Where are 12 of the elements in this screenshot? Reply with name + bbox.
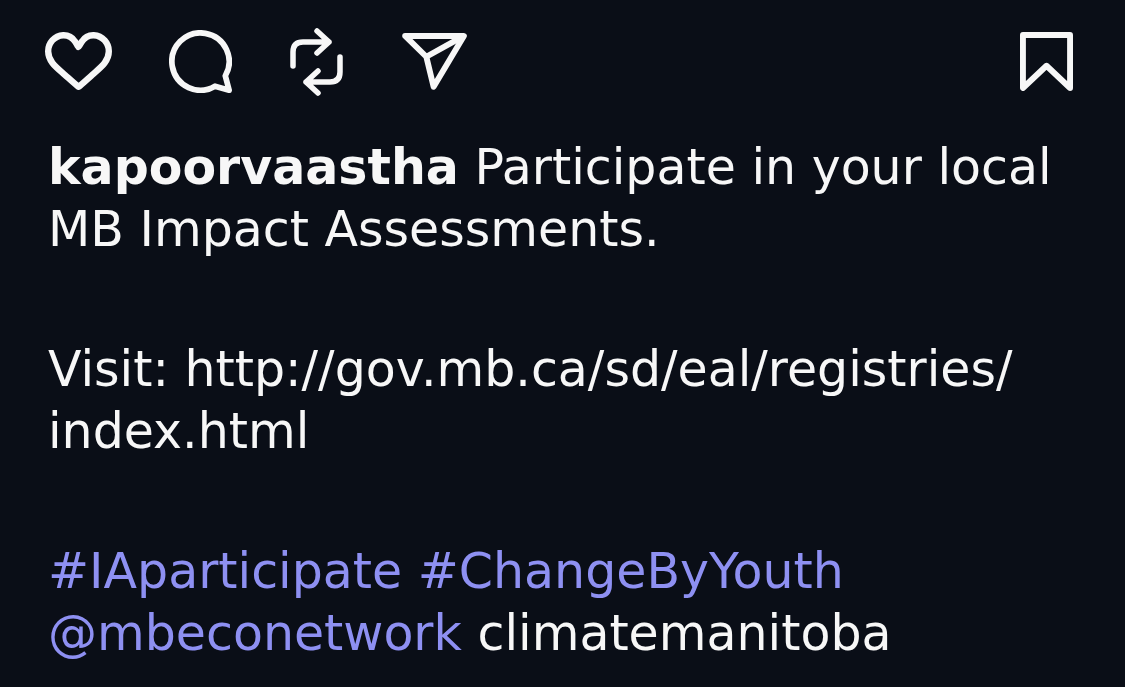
caption-text: kapoorvaastha Participate in your local MB Impact Assessments. bbox=[48, 138, 1053, 260]
hashtag-link[interactable]: #ChangeByYouth bbox=[417, 543, 844, 600]
caption-text: climatemanitoba bbox=[477, 605, 892, 662]
comment-icon[interactable] bbox=[169, 29, 232, 93]
send-icon[interactable] bbox=[402, 32, 467, 90]
username-link[interactable]: kapoorvaastha bbox=[48, 139, 459, 196]
bookmark-icon[interactable] bbox=[1020, 31, 1073, 91]
caption-text: Visit: http://gov.mb.ca/sd/eal/registries/index.html bbox=[48, 340, 1014, 462]
repost-icon[interactable] bbox=[289, 26, 345, 96]
mention-link[interactable]: @mbeconetwork bbox=[48, 605, 462, 662]
heart-icon[interactable] bbox=[45, 32, 112, 90]
hashtag-link[interactable]: #IAparticipate bbox=[48, 543, 403, 600]
